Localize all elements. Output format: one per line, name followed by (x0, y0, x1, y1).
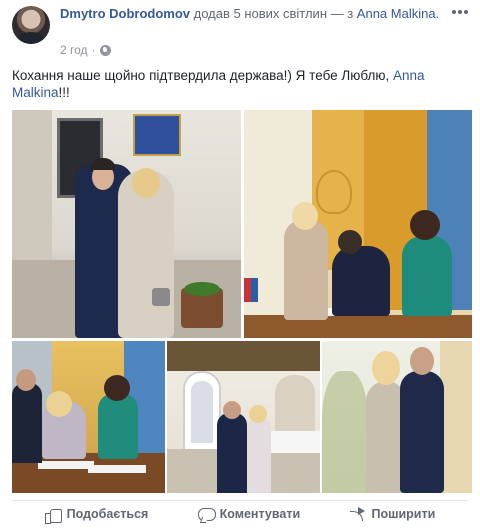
globe-icon[interactable] (99, 44, 111, 56)
author-name-link[interactable]: Dmytro Dobrodomov (60, 6, 190, 21)
post-text-part2: !!! (58, 85, 70, 100)
share-label: Поширити (371, 507, 436, 521)
post-text: Кохання наше щойно підтвердила держава!)… (12, 67, 452, 101)
meta-separator: · (91, 43, 96, 57)
post-timestamp[interactable]: 2 год (60, 43, 88, 57)
comment-icon (197, 507, 216, 522)
comment-label: Коментувати (219, 507, 301, 521)
photo-3[interactable] (12, 341, 165, 493)
header-action-text: додав 5 нових світлин — з (190, 6, 357, 21)
photo-1[interactable] (12, 110, 241, 338)
like-label: Подобається (66, 507, 149, 521)
tagged-person-link[interactable]: Anna Malkina (357, 6, 436, 21)
header-end-text: . (435, 6, 440, 21)
post-meta: 2 год · (60, 43, 111, 57)
facebook-post: Dmytro Dobrodomov додав 5 нових світлин … (0, 0, 480, 528)
photo-2[interactable] (244, 110, 472, 338)
like-button[interactable]: Подобається (44, 507, 149, 524)
post-text-part1: Кохання наше щойно підтвердила держава!)… (12, 68, 394, 83)
share-button[interactable]: Поширити (349, 506, 436, 522)
thumbs-up-icon (44, 507, 62, 524)
share-arrow-icon (349, 506, 366, 522)
comment-button[interactable]: Коментувати (197, 507, 301, 522)
photo-4[interactable] (167, 341, 320, 493)
author-avatar[interactable] (12, 6, 50, 44)
action-bar: Подобається Коментувати Поширити (0, 503, 480, 525)
post-header: Dmytro Dobrodomov додав 5 нових світлин … (60, 6, 440, 22)
photo-5[interactable] (322, 341, 472, 493)
action-divider (12, 500, 468, 501)
more-horizontal-icon[interactable] (452, 6, 468, 18)
